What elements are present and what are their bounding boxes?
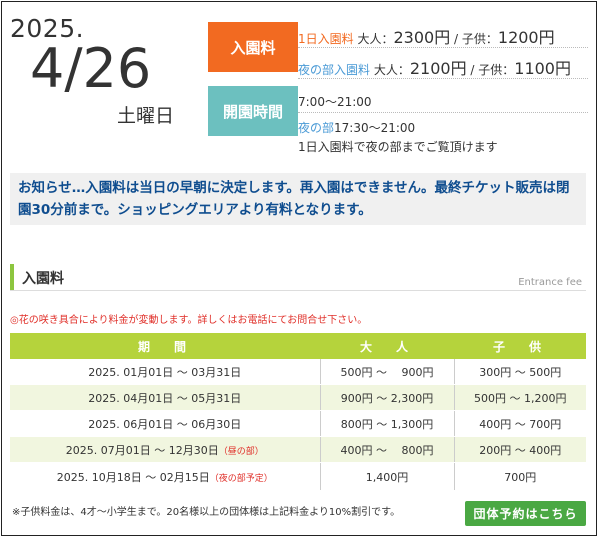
header-adult: 大 人 — [320, 333, 454, 359]
day-child-label: / 子供： — [450, 32, 498, 46]
night-child-price: 1100円 — [514, 59, 571, 78]
night-hours-line: 夜の部17:30～21:00 — [298, 119, 415, 136]
day-adult-label: 大人： — [353, 32, 394, 46]
period-cell: 2025. 01月01日 〜 03月31日 — [10, 359, 320, 385]
price-caution: ◎花の咲き具合により料金が変動します。詳しくはお電話にてお問合せ下さい。 — [10, 315, 368, 326]
section-subtitle: Entrance fee — [518, 277, 582, 288]
table-row: 2025. 07月01日 〜 12月30日（昼の部） 400円 〜 800円 2… — [10, 436, 586, 463]
adult-cell: 400円 〜 800円 — [319, 436, 454, 463]
date-weekday: 土曜日 — [117, 105, 175, 127]
section-underline — [10, 290, 586, 291]
adult-cell: 900円 〜 2,300円 — [319, 384, 454, 411]
period-note: （昼の部） — [218, 446, 264, 457]
night-adult-price: 2100円 — [409, 59, 467, 78]
hours-note: 1日入園料で夜の部までご覧頂けます — [298, 140, 498, 154]
period-text: 2025. 10月18日 〜 02月15日 — [56, 470, 210, 484]
day-child-price: 1200円 — [497, 28, 555, 47]
day-fee-line: 1日入園料 大人：2300円 / 子供：1200円 — [298, 24, 555, 48]
night-child-label: / 子供： — [466, 63, 515, 77]
group-reservation-button[interactable]: 団体予約はこちら — [465, 501, 586, 526]
period-note: （夜の部予定） — [209, 473, 273, 484]
night-hours-label: 夜の部 — [298, 121, 335, 135]
child-cell: 700円 — [453, 462, 586, 491]
header-period: 期 間 — [10, 333, 320, 359]
table-row: 2025. 01月01日 〜 03月31日 500円 〜 900円 300円 〜… — [10, 359, 586, 385]
child-cell: 200円 〜 400円 — [453, 436, 586, 463]
divider — [298, 78, 588, 79]
fee-tag: 入園料 — [208, 22, 298, 72]
period-text: 2025. 07月01日 〜 12月30日 — [65, 443, 219, 457]
night-fee-label: 夜の部入園料 — [298, 63, 371, 77]
table-row: 2025. 06月01日 〜 06月30日 800円 〜 1,300円 400円… — [10, 410, 586, 437]
child-cell: 400円 〜 700円 — [453, 410, 586, 437]
period-cell: 2025. 06月01日 〜 06月30日 — [10, 410, 320, 437]
table-row: 2025. 04月01日 〜 05月31日 900円 〜 2,300円 500円… — [10, 384, 586, 411]
night-adult-label: 大人： — [370, 63, 410, 77]
day-adult-price: 2300円 — [393, 28, 451, 47]
period-text: 2025. 01月01日 〜 03月31日 — [88, 365, 242, 379]
night-hours: 17:30～21:00 — [334, 121, 416, 135]
section-title: 入園料 — [22, 271, 64, 287]
night-fee-line: 夜の部入園料 大人：2100円 / 子供：1100円 — [298, 55, 571, 79]
adult-cell: 500円 〜 900円 — [319, 359, 454, 385]
header-child: 子 供 — [454, 333, 586, 359]
section-marker — [10, 264, 14, 290]
period-cell: 2025. 10月18日 〜 02月15日（夜の部予定） — [10, 462, 320, 491]
period-cell: 2025. 07月01日 〜 12月30日（昼の部） — [10, 436, 320, 463]
hours-tag: 開園時間 — [208, 86, 298, 136]
table-row: 2025. 10月18日 〜 02月15日（夜の部予定） 1,400円 700円 — [10, 462, 586, 491]
footnote: ※子供料金は、4才〜小学生まで。20名様以上の団体様は上記料金より10%割引です… — [12, 507, 401, 518]
divider — [298, 47, 588, 48]
child-cell: 500円 〜 1,200円 — [453, 384, 586, 411]
adult-cell: 1,400円 — [319, 462, 454, 491]
notice-box: お知らせ…入園料は当日の早朝に決定します。再入園はできません。最終チケット販売は… — [10, 173, 586, 225]
fee-table: 期 間 大 人 子 供 2025. 01月01日 〜 03月31日 500円 〜… — [10, 333, 586, 491]
table-header-row: 期 間 大 人 子 供 — [10, 333, 586, 359]
date-month-day: 4/26 — [30, 37, 152, 100]
divider — [298, 112, 588, 113]
period-text: 2025. 06月01日 〜 06月30日 — [88, 417, 242, 431]
child-cell: 300円 〜 500円 — [453, 359, 586, 385]
period-cell: 2025. 04月01日 〜 05月31日 — [10, 384, 320, 411]
day-fee-label: 1日入園料 — [298, 32, 354, 46]
period-text: 2025. 04月01日 〜 05月31日 — [88, 391, 242, 405]
day-hours: 7:00～21:00 — [298, 95, 372, 109]
adult-cell: 800円 〜 1,300円 — [319, 410, 454, 437]
